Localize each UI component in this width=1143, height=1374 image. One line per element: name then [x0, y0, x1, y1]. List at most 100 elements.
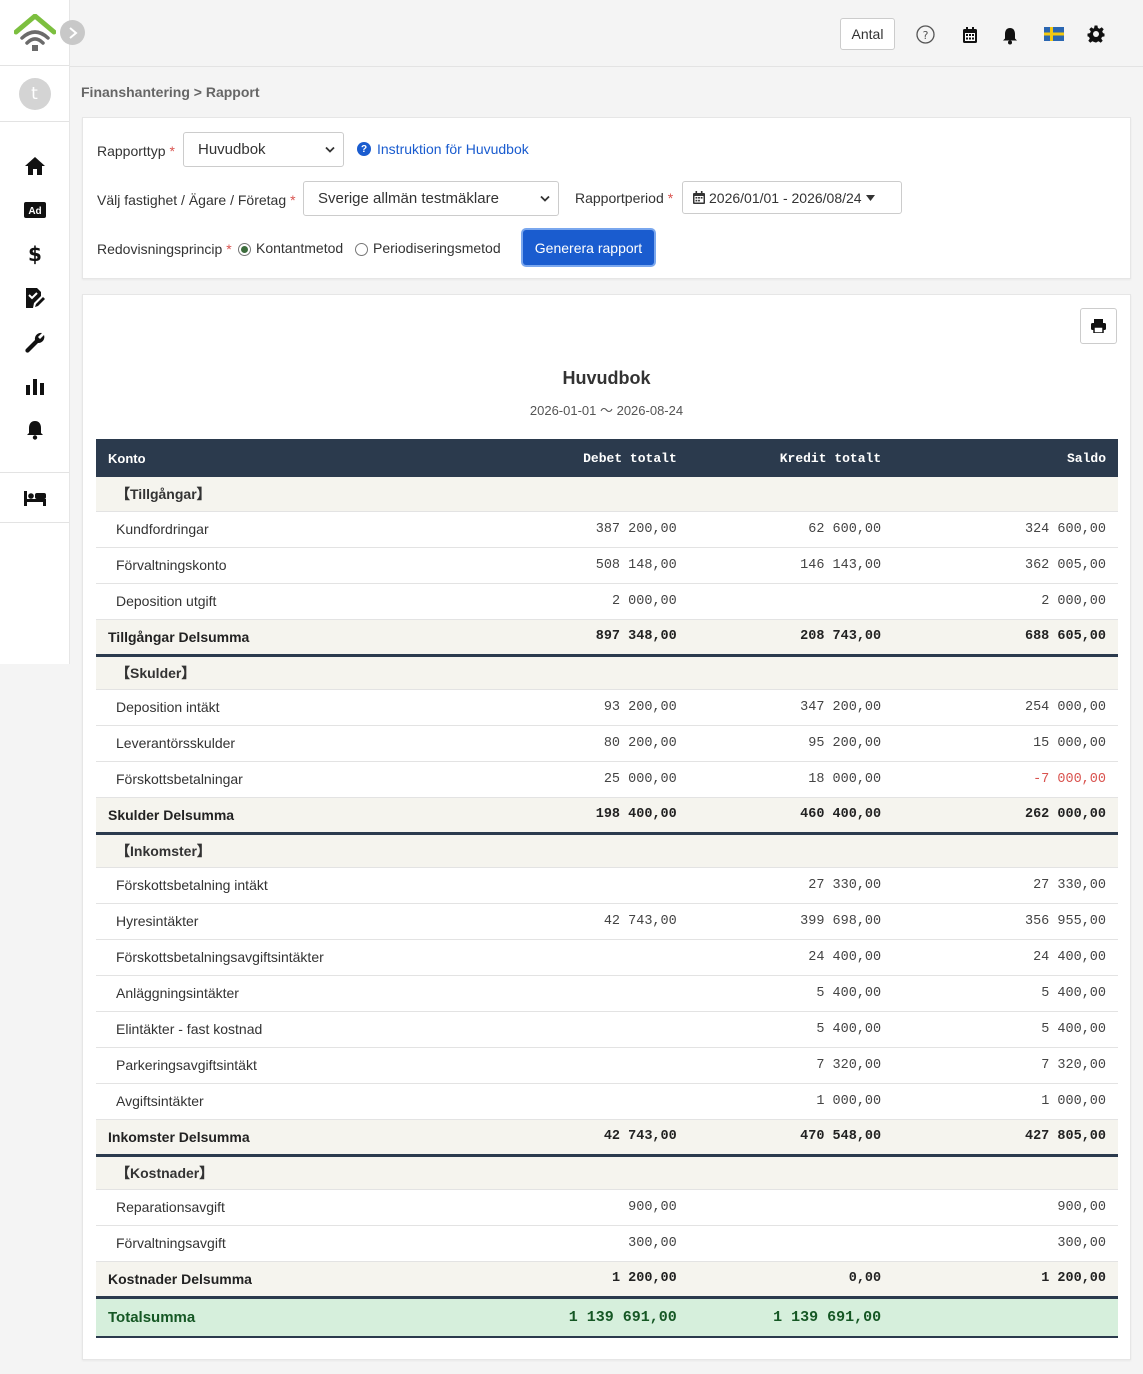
account-name: Leverantörsskulder [96, 725, 485, 762]
credit-cell [688, 1225, 894, 1262]
avatar[interactable]: t [18, 77, 51, 110]
balance-cell: 324 600,00 [893, 511, 1118, 548]
subtotal-row: Kostnader Delsumma 1 200,00 0,00 1 200,00 [96, 1261, 1118, 1299]
col-balance: Saldo [1066, 450, 1106, 466]
account-name: Elintäkter - fast kostnad [96, 1011, 485, 1048]
radio-cash-method[interactable]: Kontantmetod [238, 240, 343, 256]
sidebar-item-reports[interactable] [0, 364, 69, 408]
table-row: Hyresintäkter 42 743,00 399 698,00 356 955,… [96, 903, 1118, 940]
sidebar-item-home[interactable] [0, 144, 69, 188]
section-heading: 【Inkomster】 [96, 833, 1118, 868]
calendar-button[interactable] [963, 27, 977, 43]
subtotal-row: Skulder Delsumma 198 400,00 460 400,00 262 … [96, 797, 1118, 835]
balance-cell: 900,00 [893, 1189, 1118, 1226]
balance-cell: 362 005,00 [893, 547, 1118, 584]
col-account: Konto [108, 450, 146, 466]
debit-cell: 1 200,00 [484, 1261, 689, 1299]
section-heading: 【Tillgångar】 [96, 477, 1118, 512]
account-name: Totalsumma [96, 1296, 485, 1338]
credit-cell: 5 400,00 [688, 1011, 894, 1048]
topbar: Antal ? [70, 0, 1143, 67]
balance-cell: 2 000,00 [893, 583, 1118, 620]
balance-cell: 15 000,00 [893, 725, 1118, 762]
caret-down-icon [865, 194, 875, 201]
ledger-table: Konto Debet totalt Kredit totalt Saldo 【… [96, 439, 1118, 1338]
radio-unchecked[interactable] [355, 242, 368, 256]
balance-cell: 27 330,00 [893, 867, 1118, 904]
print-button[interactable] [1080, 308, 1117, 344]
balance-cell: 427 805,00 [893, 1119, 1118, 1157]
credit-cell: 62 600,00 [688, 511, 894, 548]
credit-cell: 95 200,00 [688, 725, 894, 762]
table-row: Förskottsbetalningar 25 000,00 18 000,00 -7… [96, 761, 1118, 798]
period-date-range-input[interactable]: 2026/01/01 - 2026/08/24 [682, 181, 902, 214]
settings-button[interactable] [1087, 25, 1105, 43]
table-row: Elintäkter - fast kostnad 5 400,00 5 400,0… [96, 1011, 1118, 1048]
total-row: Totalsumma 1 139 691,00 1 139 691,00 [96, 1296, 1118, 1338]
table-row: Deposition intäkt 93 200,00 347 200,00 254 … [96, 689, 1118, 726]
radio-checked[interactable] [238, 242, 251, 256]
sidebar-item-finance[interactable]: $ [0, 232, 69, 276]
sidebar: t Ad $ [0, 0, 85, 664]
antal-button[interactable]: Antal [840, 18, 895, 50]
debit-cell [484, 867, 689, 904]
account-name: Avgiftsintäkter [96, 1083, 485, 1120]
credit-cell: 5 400,00 [688, 975, 894, 1012]
question-circle-icon: ? [916, 25, 935, 44]
debit-cell: 25 000,00 [484, 761, 689, 798]
gear-icon [1087, 25, 1105, 43]
sidebar-item-maintenance[interactable] [0, 320, 69, 364]
language-button[interactable] [1044, 27, 1064, 41]
radio-accrual-method[interactable]: Periodiseringsmetod [355, 240, 501, 256]
balance-cell: 300,00 [893, 1225, 1118, 1262]
account-name: Parkeringsavgiftsintäkt [96, 1047, 485, 1084]
report-type-select[interactable]: Huvudbok [183, 132, 344, 167]
account-name: Anläggningsintäkter [96, 975, 485, 1012]
sidebar-item-notifications[interactable] [0, 408, 69, 452]
home-icon [24, 157, 45, 175]
account-name: Förskottsbetalningsavgiftsintäkter [96, 939, 485, 976]
col-credit: Kredit totalt [779, 450, 882, 466]
generate-report-button[interactable]: Generera rapport [523, 230, 654, 265]
debit-cell: 42 743,00 [484, 903, 689, 940]
balance-cell: 7 320,00 [893, 1047, 1118, 1084]
sidebar-toggle-button[interactable] [60, 20, 85, 45]
svg-text:Ad: Ad [28, 206, 41, 217]
section-heading: 【Kostnader】 [96, 1155, 1118, 1190]
account-name: Skulder Delsumma [96, 797, 485, 835]
credit-cell: 208 743,00 [688, 619, 894, 657]
credit-cell: 460 400,00 [688, 797, 894, 835]
credit-cell: 24 400,00 [688, 939, 894, 976]
svg-text:$: $ [28, 243, 42, 265]
debit-cell [484, 975, 689, 1012]
sidebar-item-documents[interactable] [0, 276, 69, 320]
table-row: Deposition utgift 2 000,00 2 000,00 [96, 583, 1118, 620]
ledger-body: 【Tillgångar】 Kundfordringar 387 200,00 62 6… [96, 477, 1118, 1338]
table-row: Förvaltningsavgift 300,00 300,00 [96, 1225, 1118, 1262]
instruction-link[interactable]: ? Instruktion för Huvudbok [357, 141, 529, 157]
dollar-icon: $ [28, 243, 42, 265]
breadcrumb: Finanshantering > Rapport [81, 84, 260, 100]
bell-icon [1003, 28, 1017, 45]
sidebar-item-rooms[interactable] [0, 473, 69, 523]
ad-icon: Ad [23, 202, 46, 218]
help-button[interactable]: ? [916, 25, 935, 44]
question-icon: ? [357, 142, 371, 156]
notifications-button[interactable] [1002, 27, 1018, 45]
app-logo[interactable] [13, 13, 57, 57]
table-row: Förskottsbetalning intäkt 27 330,00 27 330… [96, 867, 1118, 904]
credit-cell: 18 000,00 [688, 761, 894, 798]
wrench-icon [24, 332, 44, 353]
debit-cell: 2 000,00 [484, 583, 689, 620]
debit-cell [484, 939, 689, 976]
debit-cell: 387 200,00 [484, 511, 689, 548]
debit-cell: 897 348,00 [484, 619, 689, 657]
user-area: t [0, 66, 69, 122]
debit-cell: 900,00 [484, 1189, 689, 1226]
swedish-flag-icon [1044, 27, 1064, 41]
sidebar-item-ads[interactable]: Ad [0, 188, 69, 232]
col-debit: Debet totalt [583, 450, 677, 466]
property-select[interactable]: Sverige allmän testmäklare [303, 181, 559, 216]
report-card: Huvudbok 2026-01-01 〜 2026-08-24 Konto D… [82, 294, 1131, 1360]
chevron-down-icon [325, 146, 335, 153]
